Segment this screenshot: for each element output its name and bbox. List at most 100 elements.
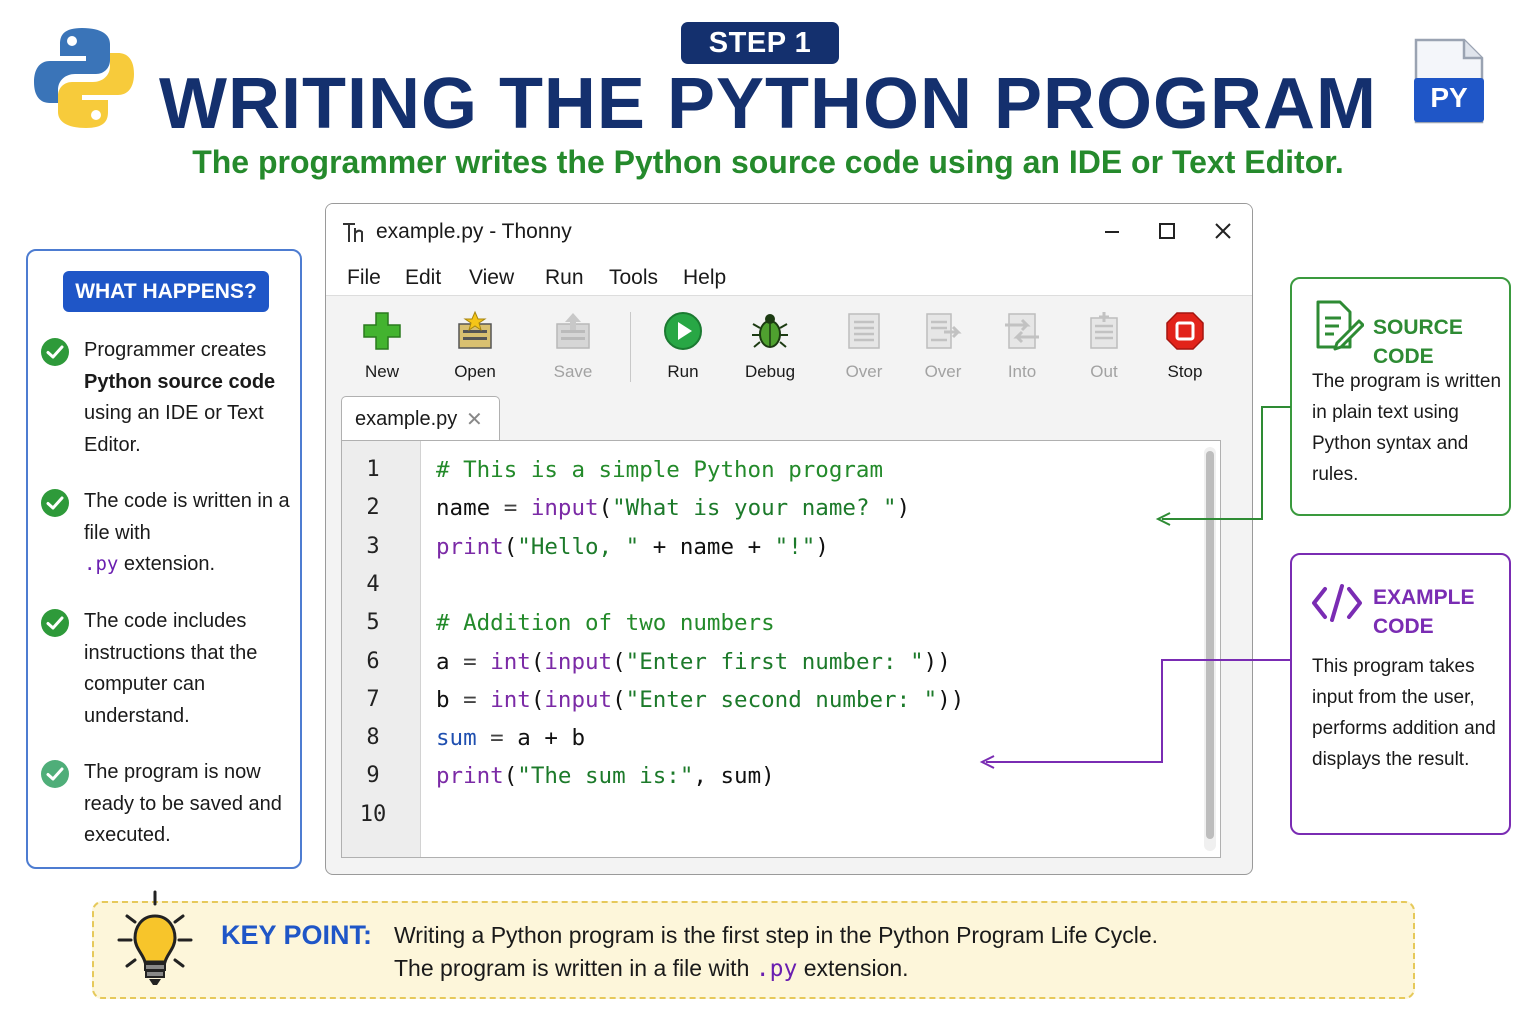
line-number: 6 — [366, 648, 380, 674]
example-code-title: EXAMPLE — [1373, 586, 1475, 609]
code-token: + name + — [639, 533, 775, 560]
menu-bar: File Edit View Run Tools Help — [326, 258, 1252, 296]
open-button[interactable]: Open — [435, 310, 515, 382]
code-token: int — [490, 686, 531, 713]
code-token: , sum) — [693, 763, 775, 790]
line-number: 4 — [366, 571, 380, 597]
title-bar: example.py - Thonny — [326, 204, 1252, 258]
step-over-button[interactable]: Over — [824, 310, 904, 382]
code-token: ) — [896, 495, 911, 522]
step-into-button[interactable]: Into — [982, 310, 1062, 382]
code-token: int — [490, 648, 531, 675]
stop-button[interactable]: Stop — [1145, 310, 1225, 382]
code-line: # This is a simple Python program — [436, 457, 883, 483]
menu-help[interactable]: Help — [683, 266, 726, 290]
code-line: # Addition of two numbers — [436, 610, 775, 636]
close-icon[interactable] — [1207, 216, 1239, 246]
code-line: name = input("What is your name? ") — [436, 495, 910, 521]
menu-file[interactable]: File — [347, 266, 381, 290]
stop-icon — [1166, 312, 1204, 350]
example-code-body: This program takes input from the user, … — [1312, 656, 1496, 770]
source-code-title: SOURCE CODE — [1373, 316, 1463, 368]
code-token: )) — [923, 648, 951, 675]
debug-button[interactable]: Debug — [730, 310, 810, 382]
code-token: print — [436, 533, 504, 560]
code-line: print("Hello, " + name + "!") — [436, 534, 829, 560]
line-number: 10 — [359, 801, 387, 827]
code-token: = — [449, 686, 491, 713]
menu-tools[interactable]: Tools — [609, 266, 658, 290]
what-happens-panel: WHAT HAPPENS? Programmer creates Python … — [26, 249, 302, 869]
thonny-app-icon — [343, 223, 363, 242]
line-number-gutter: 1 2 3 4 5 6 7 8 9 10 — [342, 441, 421, 857]
source-code-body: The program is written in plain text usi… — [1312, 371, 1502, 485]
what-happens-badge: WHAT HAPPENS? — [63, 271, 269, 312]
check-circle-icon — [41, 760, 69, 788]
code-token: input — [544, 648, 613, 675]
line-number: 3 — [366, 533, 380, 559]
code-token: "Enter second number: " — [625, 686, 938, 713]
new-file-icon — [363, 312, 401, 350]
example-code-title-line2: CODE — [1373, 615, 1434, 638]
code-token: ) — [815, 533, 829, 560]
code-token: )) — [937, 686, 965, 713]
step-out-icon — [1090, 312, 1118, 349]
editor-tab[interactable]: example.py ✕ — [341, 396, 500, 441]
code-token: "!" — [774, 533, 816, 560]
code-token: = — [490, 495, 531, 522]
minimize-icon[interactable] — [1096, 216, 1128, 246]
run-button[interactable]: Run — [643, 310, 723, 382]
code-token: sum — [436, 725, 477, 752]
scrollbar-thumb[interactable] — [1206, 451, 1214, 839]
open-folder-icon — [458, 310, 492, 349]
toolbar: New Open Save Run Debug Over Over Into O… — [326, 296, 1252, 396]
window-title: example.py - Thonny — [376, 220, 572, 243]
code-token: ( — [612, 686, 626, 713]
debug-bug-icon — [752, 314, 788, 348]
code-token: input — [530, 495, 599, 522]
code-token: a + b — [517, 725, 586, 752]
line-number: 1 — [366, 457, 380, 482]
document-pencil-icon — [1316, 300, 1364, 351]
tab-close-icon[interactable]: ✕ — [466, 407, 483, 432]
step-badge: STEP 1 — [681, 22, 839, 64]
code-token: ( — [530, 686, 545, 713]
example-code-callout: EXAMPLE CODE This program takes input fr… — [1290, 553, 1511, 835]
source-code-callout: SOURCE CODE The program is written in pl… — [1290, 277, 1511, 516]
check-circle-icon — [41, 609, 69, 637]
save-button[interactable]: Save — [533, 310, 613, 382]
code-token: ( — [503, 533, 518, 560]
code-token: # Addition of two numbers — [436, 610, 775, 637]
code-brackets-icon — [1312, 584, 1362, 622]
save-icon — [556, 313, 590, 349]
code-line: sum = a + b — [436, 725, 585, 751]
code-token: "The sum is:" — [517, 763, 694, 790]
toolbar-separator — [630, 312, 631, 382]
code-line: print("The sum is:", sum) — [436, 763, 775, 789]
code-line: b = int(input("Enter second number: ")) — [436, 687, 964, 713]
line-number: 7 — [366, 686, 380, 712]
menu-edit[interactable]: Edit — [405, 266, 441, 290]
code-token: = — [449, 648, 491, 675]
menu-run[interactable]: Run — [545, 266, 584, 290]
code-token: a — [436, 648, 450, 675]
maximize-icon[interactable] — [1151, 216, 1183, 246]
thonny-window: example.py - Thonny File Edit View Run T… — [325, 203, 1253, 875]
step-out-button[interactable]: Out — [1064, 310, 1144, 382]
key-point-line-1: Writing a Python program is the first st… — [394, 922, 1159, 948]
step-over-icon — [848, 313, 880, 349]
code-editor[interactable]: 1 2 3 4 5 6 7 8 9 10 # This is a simple Python pr… — [341, 440, 1221, 858]
step-into-icon — [1005, 313, 1039, 349]
code-token: input — [544, 686, 613, 713]
code-line: a = int(input("Enter first number: ")) — [436, 649, 951, 675]
key-point-label: KEY POINT: — [221, 920, 373, 950]
step-over-2-button[interactable]: Over — [903, 310, 983, 382]
new-button[interactable]: New — [342, 310, 422, 382]
lightbulb-icon — [117, 890, 193, 985]
check-circle-icon — [41, 338, 69, 366]
code-token: b — [436, 686, 450, 713]
menu-view[interactable]: View — [469, 266, 514, 290]
code-token: = — [476, 725, 518, 752]
code-token: "Hello, " — [517, 533, 640, 560]
key-point-line-2: The program is written in a file with .p… — [394, 955, 909, 982]
